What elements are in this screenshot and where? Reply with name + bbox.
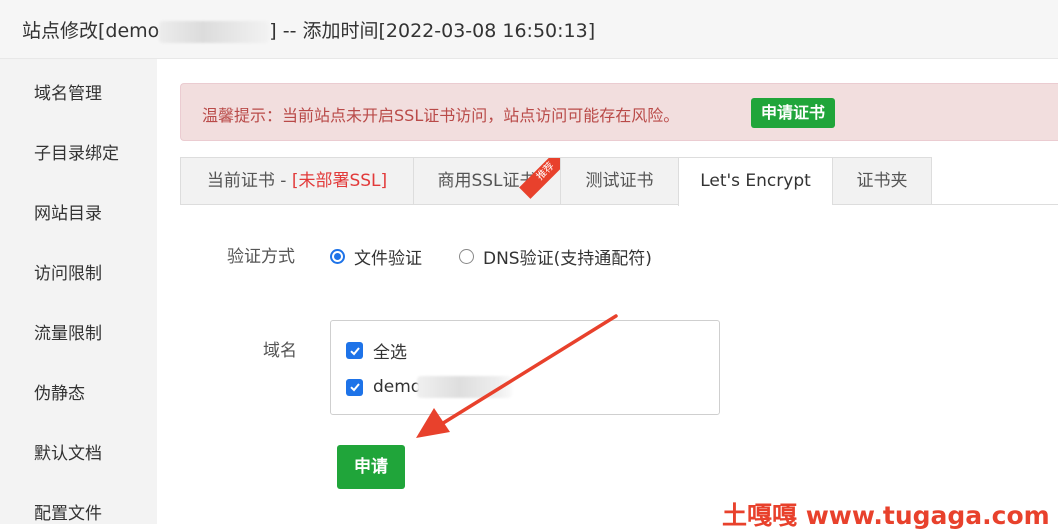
checkbox-checked-icon — [346, 342, 363, 359]
sidebar-item-domain-management[interactable]: 域名管理 — [34, 79, 102, 104]
sidebar-item-config-file[interactable]: 配置文件 — [34, 499, 102, 524]
window-title: 站点修改[demo ] -- 添加时间[2022-03-08 16:50:13] — [22, 16, 595, 43]
watermark: 土嘎嘎 www.tugaga.com — [722, 501, 1050, 530]
ssl-tabs: 当前证书 - [未部署SSL] 商用SSL证书 推荐 测试证书 Let's En… — [180, 157, 1058, 206]
sidebar-item-access-restriction[interactable]: 访问限制 — [34, 259, 102, 284]
sidebar-item-traffic-limit[interactable]: 流量限制 — [34, 319, 102, 344]
apply-certificate-button[interactable]: 申请证书 — [751, 98, 836, 128]
tab-commercial-ssl[interactable]: 商用SSL证书 推荐 — [413, 157, 560, 205]
tab-current-certificate-label: 当前证书 - — [206, 171, 292, 191]
tab-current-certificate-status: [未部署SSL] — [291, 171, 388, 191]
redacted-domain-mask — [159, 20, 270, 43]
verify-method-label: 验证方式 — [227, 247, 295, 267]
tab-lets-encrypt[interactable]: Let's Encrypt — [678, 157, 832, 206]
window-titlebar: 站点修改[demo ] -- 添加时间[2022-03-08 16:50:13] — [0, 0, 1058, 59]
sidebar: 域名管理 子目录绑定 网站目录 访问限制 流量限制 伪静态 默认文档 配置文件 — [0, 59, 157, 524]
domain-list-box: 全选 demo — [330, 320, 720, 415]
tab-current-certificate[interactable]: 当前证书 - [未部署SSL] — [180, 157, 413, 205]
window-title-prefix: 站点修改[demo — [22, 20, 160, 42]
sidebar-item-site-directory[interactable]: 网站目录 — [34, 199, 102, 224]
radio-dns-verify[interactable]: DNS验证(支持通配符) — [459, 244, 652, 269]
alert-message: 温馨提示：当前站点未开启SSL证书访问，站点访问可能存在风险。 — [202, 106, 680, 125]
tab-certificate-folder[interactable]: 证书夹 — [832, 157, 932, 205]
tab-test-certificate[interactable]: 测试证书 — [560, 157, 678, 205]
ssl-warning-alert: 温馨提示：当前站点未开启SSL证书访问，站点访问可能存在风险。 申请证书 — [180, 83, 1058, 141]
checkbox-select-all-label: 全选 — [373, 343, 407, 363]
radio-checked-icon — [330, 249, 345, 264]
checkbox-domain-label: demo — [373, 377, 422, 397]
checkbox-domain-item[interactable]: demo — [346, 376, 513, 398]
radio-file-verify[interactable]: 文件验证 — [330, 244, 422, 269]
radio-unchecked-icon — [459, 249, 474, 264]
window-title-suffix: ] -- 添加时间[2022-03-08 16:50:13] — [269, 20, 596, 42]
sidebar-item-rewrite[interactable]: 伪静态 — [34, 379, 85, 404]
redacted-domain-mask — [417, 376, 513, 398]
apply-button[interactable]: 申请 — [337, 445, 405, 489]
radio-dns-verify-label: DNS验证(支持通配符) — [483, 249, 652, 269]
domain-label: 域名 — [263, 341, 297, 361]
radio-file-verify-label: 文件验证 — [354, 249, 422, 269]
sidebar-item-default-document[interactable]: 默认文档 — [34, 439, 102, 464]
checkbox-select-all[interactable]: 全选 — [346, 338, 407, 363]
checkbox-checked-icon — [346, 378, 363, 396]
sidebar-item-subdirectory-binding[interactable]: 子目录绑定 — [34, 139, 119, 164]
